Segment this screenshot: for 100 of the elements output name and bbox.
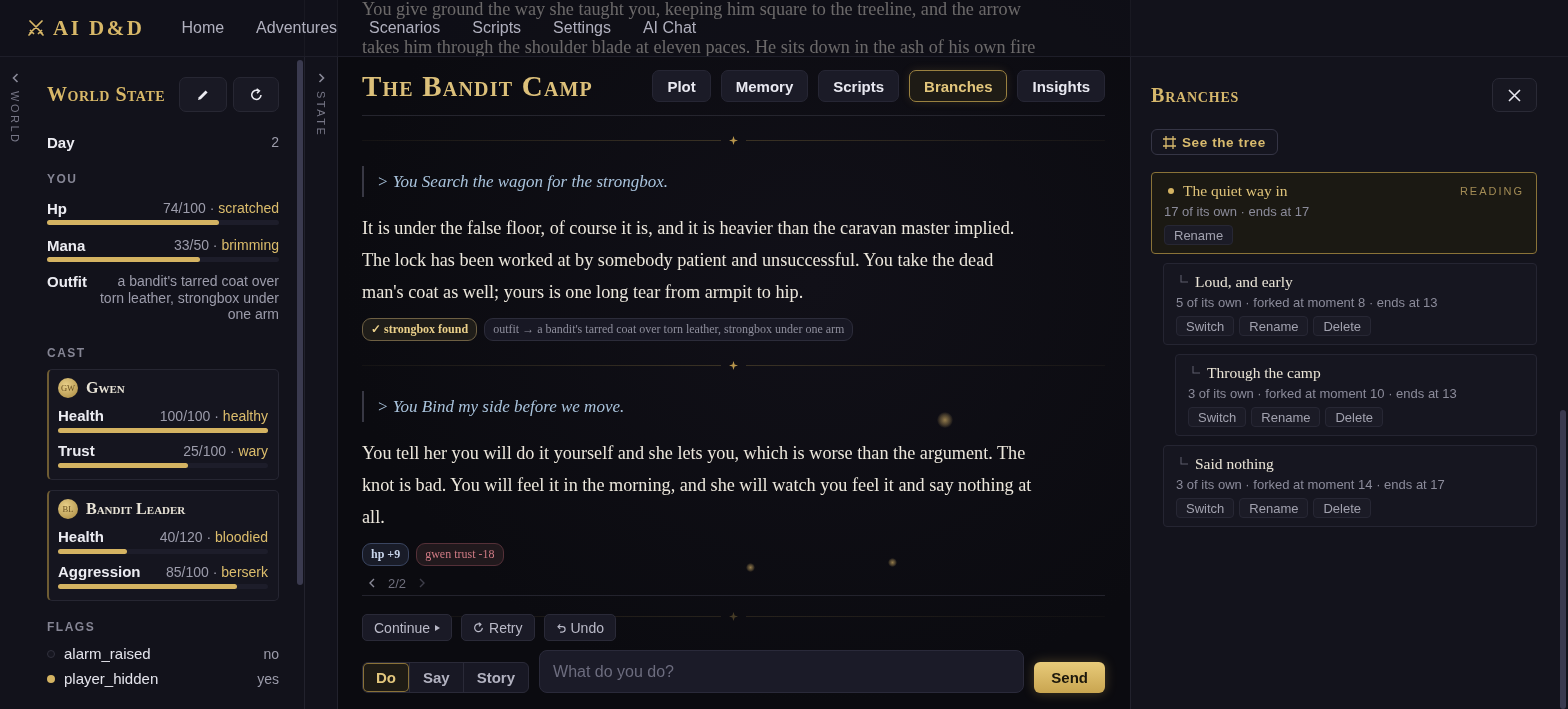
send-button[interactable]: Send [1034, 662, 1105, 693]
chevron-right-icon [317, 73, 325, 83]
stat-label: Health [58, 528, 104, 545]
stat-label: Day [47, 133, 75, 151]
panel-title: World State [47, 83, 166, 106]
tab[interactable]: Memory [720, 70, 809, 102]
branch-action-button[interactable]: Rename [1251, 407, 1321, 427]
character-name: Bandit Leader [86, 499, 186, 518]
stat-label: Hp [47, 199, 67, 217]
diamond-icon [729, 361, 738, 370]
pencil-icon [197, 88, 209, 101]
stat-reading: 85/100 · berserk [166, 563, 268, 580]
story-paragraph: It is under the false floor, of course it is, and it is heavier than the caravan master implied. The lock has been worked at by somebody patient and unsuccessful. You take the dead man's coat as well; yours is one long tear from armpit to hip. [362, 217, 1016, 304]
branch-action-button[interactable]: Rename [1164, 225, 1234, 245]
outfit-value: a bandit's tarred coat over torn leather, strongbox under one arm [99, 273, 279, 323]
story-action-button[interactable]: Undo [543, 614, 616, 641]
player-action: > You Bind my side before we move. [362, 391, 1105, 422]
mode-tab[interactable]: Say [409, 663, 463, 692]
mode-tab[interactable]: Do [363, 663, 409, 692]
see-tree-button[interactable]: See the tree [1151, 129, 1278, 155]
stat-label: Aggression [58, 563, 141, 580]
stat-label: Trust [58, 442, 95, 459]
state-panel-toggle[interactable]: STATE [315, 73, 327, 138]
undo-arrow-icon [555, 622, 566, 633]
status-label: READING [1459, 185, 1524, 197]
section-heading: FLAGS [47, 618, 97, 635]
grid-icon [1163, 135, 1176, 149]
flag-name: alarm_raised [64, 645, 151, 662]
branch-title: Loud, and early [1195, 273, 1293, 291]
story-text-line: You give ground the way she taught you, keeping him square to the treeline, and the arrow [362, 0, 1021, 18]
stat-value: 2 [271, 134, 279, 150]
action-input[interactable]: What do you do? [539, 650, 1025, 693]
branch-action-button[interactable]: Switch [1188, 407, 1247, 427]
tab[interactable]: Insights [1017, 70, 1105, 102]
stat-reading: 74/100 · scratched [163, 200, 279, 216]
stat-reading: 25/100 · wary [183, 442, 268, 459]
effect-tag: ✓ strongbox found [362, 318, 478, 341]
diamond-icon [729, 612, 738, 621]
nav-link[interactable]: Adventures [256, 19, 338, 37]
chevron-left-icon [11, 73, 19, 83]
world-panel-toggle[interactable]: WORLD [9, 73, 21, 145]
branch-meta: 3 of its own · forked at moment 10 · ends at 13 [1188, 385, 1458, 403]
page-counter: 2/2 [388, 575, 407, 591]
branch-corner-icon [1192, 366, 1200, 374]
story-action-button[interactable]: Continue [362, 614, 453, 641]
branch-corner-icon [1180, 457, 1188, 465]
nav-link[interactable]: Home [181, 19, 225, 37]
nav-link[interactable]: AI Chat [642, 19, 697, 37]
flag-value: no [263, 645, 279, 662]
branch-action-button[interactable]: Switch [1176, 316, 1235, 336]
flag-value: yes [257, 670, 279, 687]
current-dot-icon [1168, 188, 1174, 194]
branch-meta: 5 of its own · forked at moment 8 · ends at 13 [1176, 294, 1439, 312]
nav-link[interactable]: Scripts [472, 19, 522, 37]
refresh-icon [473, 622, 485, 633]
flag-name: player_hidden [64, 670, 159, 687]
branch-action-button[interactable]: Switch [1176, 498, 1235, 518]
edit-button[interactable] [179, 77, 227, 112]
scrollbar-thumb[interactable] [297, 60, 303, 585]
nav-link[interactable]: Settings [553, 19, 611, 37]
initials-avatar: BL [58, 498, 78, 519]
stat-label: Outfit [47, 273, 87, 290]
scrollbar-thumb[interactable] [1560, 410, 1566, 709]
logo-link[interactable]: AI D&D [28, 15, 145, 41]
panel-title: Branches [1151, 83, 1240, 107]
effect-tag: gwen trust -18 [416, 543, 504, 566]
stat-label: Health [58, 407, 104, 424]
story-text-line: takes him through the shoulder blade at eleven paces. He sits down in the ash of his own fire [362, 38, 1036, 56]
nav-link[interactable]: Scenarios [369, 19, 441, 37]
branch-action-button[interactable]: Delete [1313, 316, 1371, 336]
play-triangle-icon [435, 624, 441, 631]
section-heading: CAST [47, 344, 87, 361]
branch-action-button[interactable]: Delete [1313, 498, 1371, 518]
sparkle-icon [937, 412, 953, 428]
stat-label: Mana [47, 236, 86, 254]
sparkle-icon [745, 562, 755, 572]
story-action-button[interactable]: Retry [461, 614, 535, 641]
refresh-button[interactable] [233, 77, 279, 112]
effect-tag: hp +9 [362, 543, 410, 566]
tab[interactable]: Plot [652, 70, 711, 102]
branch-meta: 17 of its own · ends at 17 [1164, 203, 1311, 221]
branch-corner-icon [1180, 275, 1188, 283]
refresh-icon [249, 88, 263, 101]
stat-reading: 33/50 · brimming [173, 237, 279, 253]
branch-meta: 3 of its own · forked at moment 14 · ends at 17 [1176, 476, 1446, 494]
tab[interactable]: Branches [909, 70, 1008, 102]
player-action: > You Search the wagon for the strongbox. [362, 166, 1105, 197]
character-name: Gwen [86, 378, 125, 397]
close-button[interactable] [1492, 78, 1537, 112]
branch-title: The quiet way in [1183, 182, 1288, 200]
branch-action-button[interactable]: Rename [1239, 316, 1309, 336]
effect-tag: outfit → a bandit's tarred coat over torn leather, strongbox under one arm [484, 318, 854, 341]
mode-tab[interactable]: Story [462, 663, 529, 692]
initials-avatar: GW [58, 377, 78, 398]
stat-reading: 100/100 · healthy [159, 407, 268, 424]
branch-action-button[interactable]: Rename [1239, 498, 1309, 518]
chevron-left-icon[interactable] [369, 578, 375, 588]
tab[interactable]: Scripts [818, 70, 900, 102]
branch-action-button[interactable]: Delete [1325, 407, 1383, 427]
section-heading: YOU [47, 171, 79, 187]
